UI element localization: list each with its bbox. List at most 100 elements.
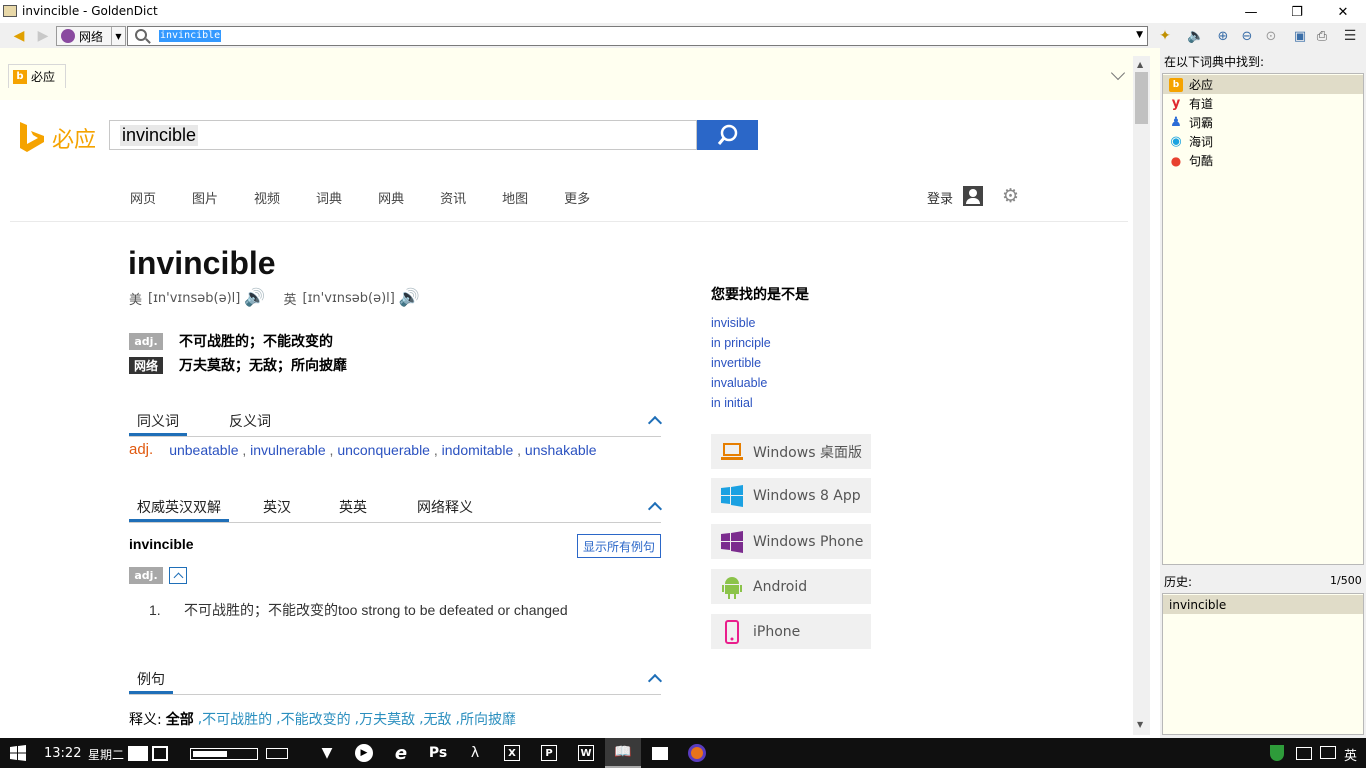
suggestion-link[interactable]: in principle bbox=[711, 336, 771, 356]
gloss-item[interactable]: 万夫莫敌 bbox=[359, 709, 415, 729]
dict-tab-bing[interactable]: b 必应 bbox=[8, 64, 66, 88]
suggestion-link[interactable]: in initial bbox=[711, 396, 771, 416]
print-icon[interactable]: ⎙ bbox=[1313, 27, 1331, 45]
scroll-thumb[interactable] bbox=[1135, 72, 1148, 124]
nav-images[interactable]: 图片 bbox=[192, 188, 218, 207]
expand-up-icon[interactable] bbox=[169, 567, 187, 584]
firefox-icon[interactable] bbox=[679, 738, 715, 768]
zoom-in-icon[interactable]: ⊕ bbox=[1214, 27, 1232, 45]
history-item[interactable]: invincible bbox=[1163, 595, 1363, 614]
gloss-item[interactable]: 所向披靡 bbox=[460, 709, 516, 729]
save-icon[interactable]: ▣ bbox=[1291, 27, 1309, 45]
gloss-item[interactable]: 不能改变的 bbox=[281, 709, 351, 729]
scroll-up-arrow-icon[interactable]: ▲ bbox=[1137, 60, 1143, 69]
synonym-link[interactable]: unbeatable bbox=[169, 442, 238, 458]
suggestion-link[interactable]: invaluable bbox=[711, 376, 771, 396]
def-number: 1. bbox=[149, 602, 161, 618]
collapse-up-icon[interactable] bbox=[647, 501, 663, 517]
gloss-item[interactable]: 无敌 bbox=[424, 709, 452, 729]
found-dict-item[interactable]: ♟ 词霸 bbox=[1163, 113, 1363, 132]
nav-dictionary[interactable]: 词典 bbox=[316, 188, 342, 207]
goldendict-taskbar-icon[interactable]: 📖 bbox=[605, 738, 641, 768]
input-language[interactable]: 英 bbox=[1344, 745, 1357, 764]
nav-web[interactable]: 网页 bbox=[130, 188, 156, 207]
login-link[interactable]: 登录 bbox=[927, 188, 953, 207]
chevron-down-icon[interactable]: ▼ bbox=[1136, 30, 1143, 40]
volume-bar[interactable] bbox=[190, 748, 258, 760]
word-search-input[interactable]: invincible ▼ bbox=[127, 26, 1148, 46]
bing-search-button[interactable] bbox=[697, 120, 758, 150]
found-dict-item[interactable]: ◉ 海词 bbox=[1163, 132, 1363, 151]
found-dict-item[interactable]: b 必应 bbox=[1163, 75, 1363, 94]
suggestion-link[interactable]: invisible bbox=[711, 316, 771, 336]
media-player-icon[interactable]: ▶ bbox=[346, 738, 382, 768]
synonym-link[interactable]: invulnerable bbox=[250, 442, 326, 458]
keyboard-tray-icon[interactable] bbox=[1296, 747, 1312, 760]
zoom-out-icon[interactable]: ⊖ bbox=[1238, 27, 1256, 45]
nav-news[interactable]: 资讯 bbox=[440, 188, 466, 207]
collapse-up-icon[interactable] bbox=[647, 415, 663, 431]
group-selector[interactable]: 网络 ▼ bbox=[56, 26, 126, 46]
tab-authoritative[interactable]: 权威英汉双解 bbox=[137, 497, 221, 517]
fox-app-icon[interactable]: ▼ bbox=[309, 738, 345, 768]
arrow-right-icon[interactable]: ▶ bbox=[34, 27, 52, 45]
scroll-down-arrow-icon[interactable]: ▼ bbox=[1137, 720, 1143, 729]
synonym-link[interactable]: unconquerable bbox=[337, 442, 430, 458]
shield-tray-icon[interactable] bbox=[1270, 745, 1284, 761]
synonym-link[interactable]: indomitable bbox=[442, 442, 514, 458]
chevron-down-icon[interactable]: ▼ bbox=[111, 27, 125, 45]
show-all-examples-button[interactable]: 显示所有例句 bbox=[577, 534, 661, 558]
arrow-left-icon[interactable]: ◀ bbox=[10, 27, 28, 45]
word-icon[interactable]: W bbox=[568, 738, 604, 768]
minimize-button[interactable]: — bbox=[1228, 0, 1274, 24]
notification-icon[interactable] bbox=[1320, 746, 1336, 759]
nav-more[interactable]: 更多 bbox=[564, 188, 590, 207]
acrobat-icon[interactable]: λ bbox=[457, 738, 493, 768]
app-windows-phone-button[interactable]: Windows Phone bbox=[711, 524, 871, 559]
edge-browser-icon[interactable]: e bbox=[383, 738, 419, 768]
start-windows-icon[interactable] bbox=[0, 738, 36, 768]
suggestion-link[interactable]: invertible bbox=[711, 356, 771, 376]
user-avatar-icon[interactable] bbox=[963, 186, 983, 206]
search-text: invincible bbox=[159, 30, 222, 42]
app-windows-desktop-button[interactable]: Windows 桌面版 bbox=[711, 434, 871, 469]
collapse-up-icon[interactable] bbox=[647, 673, 663, 689]
gear-icon[interactable]: ⚙ bbox=[1002, 186, 1019, 206]
app-windows8-button[interactable]: Windows 8 App bbox=[711, 478, 871, 513]
close-button[interactable]: ✕ bbox=[1320, 0, 1366, 24]
nav-netdict[interactable]: 网典 bbox=[378, 188, 404, 207]
tab-en-en[interactable]: 英英 bbox=[339, 497, 367, 517]
tab-en-cn[interactable]: 英汉 bbox=[263, 497, 291, 517]
article-scrollbar[interactable]: ▲ ▼ bbox=[1133, 56, 1150, 735]
menu-icon[interactable]: ☰ bbox=[1341, 27, 1359, 45]
found-dict-item[interactable]: ● 句酷 bbox=[1163, 151, 1363, 170]
excel-icon[interactable]: X bbox=[494, 738, 530, 768]
scan-wand-icon[interactable]: ✦ bbox=[1156, 27, 1174, 45]
dict-name: 词霸 bbox=[1189, 116, 1214, 130]
speaker-uk-icon[interactable]: 🔊 bbox=[399, 288, 420, 308]
photoshop-icon[interactable]: Ps bbox=[420, 738, 456, 768]
history-title: 历史: bbox=[1164, 575, 1193, 589]
app-iphone-button[interactable]: iPhone bbox=[711, 614, 871, 649]
tab-antonyms[interactable]: 反义词 bbox=[229, 411, 271, 431]
def-row-adj: adj. 不可战胜的；不能改变的 bbox=[129, 331, 333, 351]
bing-search-input[interactable]: invincible bbox=[109, 120, 697, 150]
calendar-icon[interactable] bbox=[128, 746, 148, 761]
nav-videos[interactable]: 视频 bbox=[254, 188, 280, 207]
zoom-reset-icon[interactable]: ⊙ bbox=[1262, 27, 1280, 45]
file-explorer-icon[interactable] bbox=[642, 738, 678, 768]
restore-button[interactable]: ❐ bbox=[1274, 0, 1320, 24]
gloss-item[interactable]: 不可战胜的 bbox=[202, 709, 272, 729]
synonym-link[interactable]: unshakable bbox=[525, 442, 597, 458]
app-android-button[interactable]: Android bbox=[711, 569, 871, 604]
gloss-all[interactable]: 全部 bbox=[166, 709, 194, 729]
tab-examples[interactable]: 例句 bbox=[137, 672, 165, 688]
bing-icon: b bbox=[13, 69, 27, 84]
powerpoint-icon[interactable]: P bbox=[531, 738, 567, 768]
speaker-us-icon[interactable]: 🔊 bbox=[244, 288, 265, 308]
nav-maps[interactable]: 地图 bbox=[502, 188, 528, 207]
pronounce-icon[interactable]: 🔈 bbox=[1187, 27, 1205, 45]
tab-synonyms[interactable]: 同义词 bbox=[137, 411, 179, 431]
tab-web-def[interactable]: 网络释义 bbox=[417, 497, 473, 517]
found-dict-item[interactable]: y 有道 bbox=[1163, 94, 1363, 113]
